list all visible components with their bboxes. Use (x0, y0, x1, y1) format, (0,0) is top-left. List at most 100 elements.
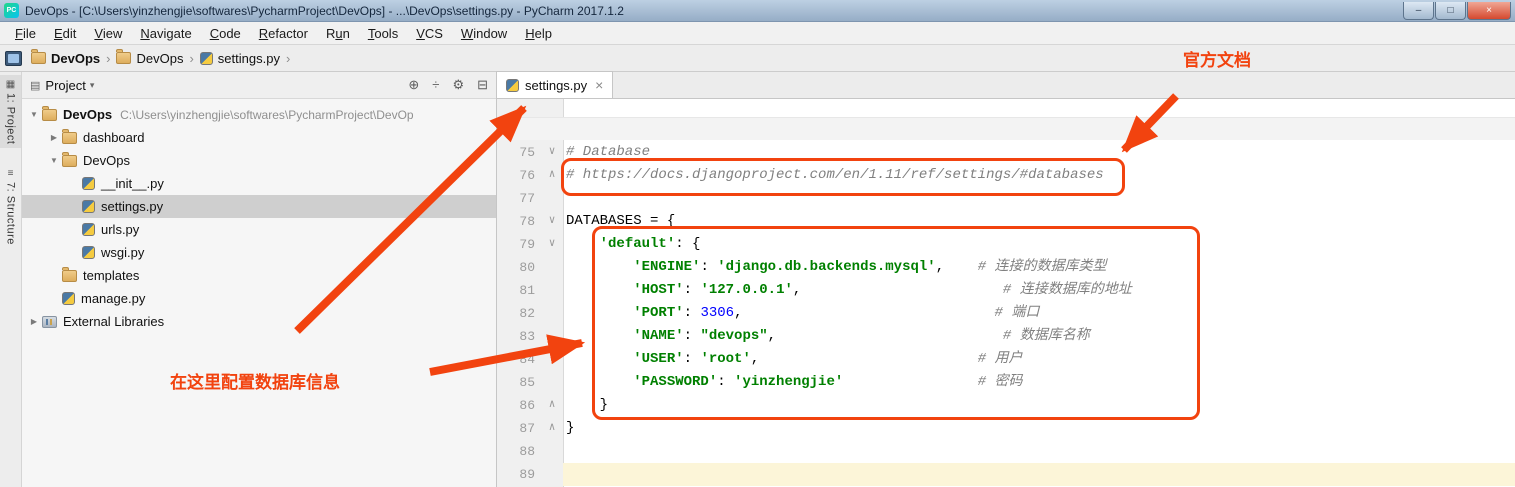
maximize-button[interactable]: □ (1435, 2, 1466, 20)
tree-item-wsgi-py[interactable]: wsgi.py (22, 241, 496, 264)
code-line[interactable]: 'NAME': "devops", # 数据库名称 (563, 325, 1515, 348)
code-line[interactable]: } (563, 394, 1515, 417)
line-number[interactable]: 87 (497, 417, 541, 440)
line-number[interactable]: 78 (497, 210, 541, 233)
line-number[interactable]: 86 (497, 394, 541, 417)
line-number[interactable]: 89 (497, 463, 541, 486)
code-line[interactable]: DATABASES = { (563, 210, 1515, 233)
line-number[interactable]: 85 (497, 371, 541, 394)
chevron-down-icon[interactable]: ▼ (26, 110, 42, 119)
menu-tools[interactable]: Tools (359, 24, 407, 43)
hide-icon[interactable]: ⊟ (477, 77, 488, 92)
fold-marker-icon[interactable]: ∧ (541, 394, 563, 417)
project-panel-title[interactable]: Project (45, 78, 85, 93)
fold-marker-icon[interactable]: ∨ (541, 233, 563, 256)
breadcrumb-item-settings-py[interactable]: settings.py (200, 51, 280, 66)
menu-window[interactable]: Window (452, 24, 516, 43)
tool-button-structure[interactable]: ≡7: Structure (0, 164, 21, 249)
code-line[interactable]: # Database (563, 141, 1515, 164)
menu-vcs[interactable]: VCS (407, 24, 452, 43)
line-number[interactable]: 84 (497, 348, 541, 371)
code-line[interactable]: } (563, 417, 1515, 440)
code-line[interactable] (563, 187, 1515, 210)
tree-item-settings-py[interactable]: settings.py (22, 195, 496, 218)
python-file-icon (506, 79, 519, 92)
code-token: } (566, 397, 608, 413)
project-tree: ▼DevOpsC:\Users\yinzhengjie\softwares\Py… (22, 99, 496, 487)
code-token (566, 259, 633, 275)
fold-marker-icon[interactable]: ∧ (541, 417, 563, 440)
project-panel-header: Project ⊕ ÷ ⚙ ⊟ (22, 72, 496, 99)
line-number[interactable]: 75 (497, 141, 541, 164)
project-view-icon[interactable] (5, 51, 22, 66)
line-number[interactable]: 76 (497, 164, 541, 187)
tree-item-devops[interactable]: ▼ DevOps (22, 149, 496, 172)
menu-edit[interactable]: Edit (45, 24, 85, 43)
tab-label: settings.py (525, 78, 587, 93)
code-line[interactable]: 'PASSWORD': 'yinzhengjie' # 密码 (563, 371, 1515, 394)
collapse-all-icon[interactable]: ÷ (432, 77, 439, 92)
tree-item-label: dashboard (83, 130, 144, 145)
tree-item-templates[interactable]: templates (22, 264, 496, 287)
code-token (566, 305, 633, 321)
menu-refactor[interactable]: Refactor (250, 24, 317, 43)
chevron-right-icon[interactable]: ▶ (46, 133, 62, 142)
fold-marker-icon[interactable]: ∧ (541, 164, 563, 187)
tree-item-devops[interactable]: ▼DevOpsC:\Users\yinzhengjie\softwares\Py… (22, 103, 496, 126)
code-line[interactable] (563, 463, 1515, 486)
minimize-button[interactable]: – (1403, 2, 1434, 20)
code-line[interactable]: 'ENGINE': 'django.db.backends.mysql', # … (563, 256, 1515, 279)
fold-marker-icon[interactable]: ∨ (541, 141, 563, 164)
menu-help[interactable]: Help (516, 24, 561, 43)
folder-icon (62, 132, 77, 144)
line-number[interactable]: 79 (497, 233, 541, 256)
python-file-icon (200, 52, 213, 65)
line-number[interactable]: 88 (497, 440, 541, 463)
code-line[interactable]: # https://docs.djangoproject.com/en/1.11… (563, 164, 1515, 187)
editor-line-76: 76∧# https://docs.djangoproject.com/en/1… (497, 164, 1515, 187)
close-tab-icon[interactable]: × (595, 77, 603, 93)
menu-navigate[interactable]: Navigate (131, 24, 200, 43)
chevron-down-icon[interactable] (90, 80, 95, 91)
line-number[interactable]: 80 (497, 256, 541, 279)
folder-icon (62, 270, 77, 282)
editor-line-86: 86∧ } (497, 394, 1515, 417)
tree-item-urls-py[interactable]: urls.py (22, 218, 496, 241)
editor-line-88: 88 (497, 440, 1515, 463)
tree-item-label: wsgi.py (101, 245, 144, 260)
code-line[interactable] (563, 440, 1515, 463)
tree-item-external-libraries[interactable]: ▶External Libraries (22, 310, 496, 333)
line-number[interactable]: 83 (497, 325, 541, 348)
close-button[interactable]: × (1467, 2, 1511, 20)
menu-view[interactable]: View (85, 24, 131, 43)
breadcrumb-item-devops[interactable]: DevOps (116, 51, 183, 66)
breadcrumb-item-devops[interactable]: DevOps (31, 51, 100, 66)
line-number[interactable]: 77 (497, 187, 541, 210)
code-line[interactable]: 'default': { (563, 233, 1515, 256)
editor-line-84: 84 'USER': 'root', # 用户 (497, 348, 1515, 371)
chevron-right-icon[interactable]: ▶ (26, 317, 42, 326)
breadcrumb-label: DevOps (51, 51, 100, 66)
tree-item-label: DevOps (83, 153, 130, 168)
line-number[interactable]: 82 (497, 302, 541, 325)
tab-settings-py[interactable]: settings.py × (496, 71, 613, 98)
tool-button-project[interactable]: ▦1: Project (0, 75, 21, 148)
menu-run[interactable]: Run (317, 24, 359, 43)
editor-body[interactable]: 75∨# Database76∧# https://docs.djangopro… (497, 99, 1515, 487)
code-line[interactable]: 'PORT': 3306, # 端口 (563, 302, 1515, 325)
code-line[interactable]: 'USER': 'root', # 用户 (563, 348, 1515, 371)
chevron-down-icon[interactable]: ▼ (46, 156, 62, 165)
tree-item-manage-py[interactable]: manage.py (22, 287, 496, 310)
tree-item-init-py[interactable]: __init__.py (22, 172, 496, 195)
locate-icon[interactable]: ⊕ (408, 77, 419, 92)
code-token: 'django.db.backends.mysql' (717, 259, 935, 275)
project-panel: Project ⊕ ÷ ⚙ ⊟ ▼DevOpsC:\Users\yinzhengjie… (22, 72, 497, 487)
tree-item-dashboard[interactable]: ▶ dashboard (22, 126, 496, 149)
fold-marker-icon[interactable]: ∨ (541, 210, 563, 233)
menu-file[interactable]: File (6, 24, 45, 43)
menu-code[interactable]: Code (201, 24, 250, 43)
line-number[interactable]: 81 (497, 279, 541, 302)
code-token: 'USER' (633, 351, 683, 367)
gear-menu-icon[interactable]: ⚙ (452, 77, 464, 92)
code-line[interactable]: 'HOST': '127.0.0.1', # 连接数据库的地址 (563, 279, 1515, 302)
